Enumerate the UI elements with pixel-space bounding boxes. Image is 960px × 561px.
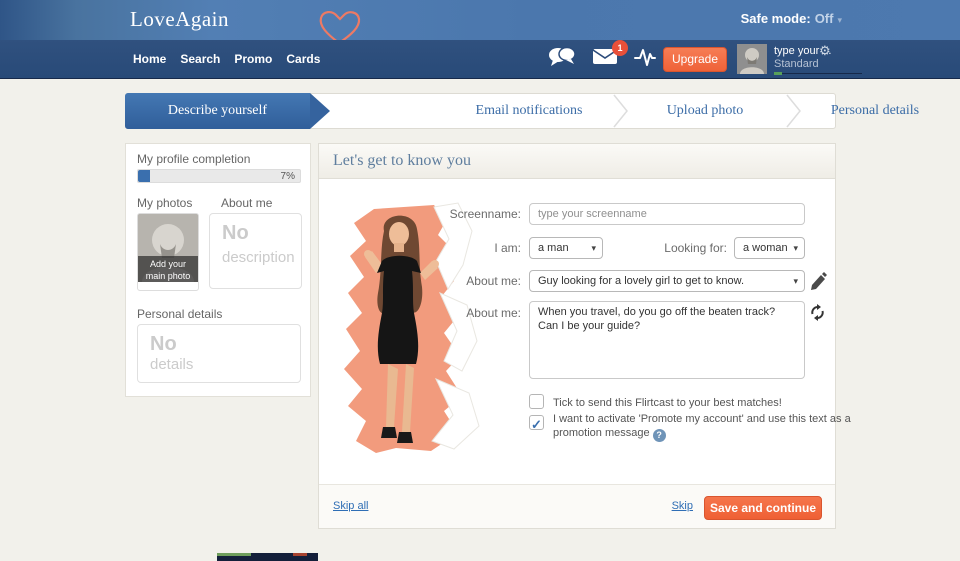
- loveagain-logo[interactable]: LoveAgain: [130, 7, 229, 32]
- mail-badge: 1: [612, 40, 628, 56]
- profile-chip[interactable]: type your ... ⚙ Standard: [737, 44, 862, 76]
- profile-plan-badge: Standard: [774, 58, 819, 70]
- refresh-icon[interactable]: [809, 304, 826, 326]
- profile-completion-bar: 7%: [137, 169, 301, 183]
- nav-item-cards[interactable]: Cards: [286, 52, 320, 66]
- avatar[interactable]: [737, 44, 767, 74]
- add-photo-line1: Add your: [150, 259, 186, 269]
- profile-completion-title: My profile completion: [137, 152, 250, 166]
- nav-item-home[interactable]: Home: [133, 52, 166, 66]
- no-description-word2: description: [222, 249, 301, 266]
- activity-pulse-icon[interactable]: [634, 46, 656, 73]
- save-and-continue-button[interactable]: Save and continue: [704, 496, 822, 520]
- about-me-select-value: Guy looking for a lovely girl to get to …: [538, 275, 744, 287]
- nav-item-promo[interactable]: Promo: [234, 52, 272, 66]
- skip-all-link[interactable]: Skip all: [333, 500, 368, 512]
- iam-select[interactable]: a man ▾: [529, 237, 603, 259]
- about-me-text-label: About me:: [431, 306, 521, 320]
- promote-account-checkbox[interactable]: ✓: [529, 415, 544, 430]
- skip-link[interactable]: Skip: [672, 500, 693, 512]
- iam-select-value: a man: [538, 242, 569, 254]
- about-me-select-label: About me:: [431, 274, 521, 288]
- chevron-down-icon: ▾: [837, 15, 842, 25]
- safe-mode-label: Safe mode:: [741, 11, 811, 26]
- panel-footer: Skip all Skip Save and continue: [319, 484, 835, 528]
- promote-account-checkbox-label: I want to activate 'Promote my account' …: [553, 412, 861, 442]
- profile-progress-fill: [774, 72, 782, 75]
- about-me-title: About me: [221, 196, 272, 210]
- add-main-photo-button[interactable]: Add your main photo: [137, 213, 199, 291]
- main-nav-bar: Home Search Promo Cards 1: [0, 40, 960, 79]
- flirtcast-checkbox[interactable]: [529, 394, 544, 409]
- tab-personal-details[interactable]: Personal details: [788, 94, 960, 128]
- personal-details-title: Personal details: [137, 307, 222, 321]
- help-icon[interactable]: ?: [653, 429, 666, 442]
- nav-item-search[interactable]: Search: [180, 52, 220, 66]
- tab-upload-photo[interactable]: Upload photo: [622, 94, 788, 128]
- wizard-steps: Describe yourself Email notifications Up…: [125, 93, 836, 129]
- gear-icon[interactable]: ⚙: [819, 43, 831, 59]
- screenname-input[interactable]: [529, 203, 805, 225]
- no-details-word1: No: [150, 333, 300, 356]
- cutoff-banner-fragment: [217, 553, 318, 561]
- add-photo-overlay: Add your main photo: [138, 256, 198, 282]
- personal-details-empty-card: No details: [137, 324, 301, 383]
- top-bar: LoveAgain Safe mode: Off▾: [0, 0, 960, 40]
- tab-describe-yourself[interactable]: Describe yourself: [125, 93, 310, 129]
- profile-progress-track: [782, 73, 862, 74]
- looking-for-select[interactable]: a woman ▾: [734, 237, 805, 259]
- safe-mode-toggle[interactable]: Safe mode: Off▾: [741, 11, 842, 26]
- about-me-empty-card: No description: [209, 213, 302, 289]
- add-photo-line2: main photo: [146, 271, 191, 281]
- dropdown-arrow-icon: ▾: [793, 238, 798, 258]
- dropdown-arrow-icon: ▾: [793, 271, 798, 291]
- panel-title: Let's get to know you: [333, 144, 471, 178]
- get-to-know-you-panel: Let's get to know you Screenname: I am:: [318, 143, 836, 529]
- checkmark-icon: ✓: [531, 417, 542, 432]
- safe-mode-value: Off: [815, 11, 834, 26]
- mail-icon[interactable]: 1: [592, 48, 618, 70]
- nav-icon-group: 1: [548, 40, 656, 78]
- upgrade-button[interactable]: Upgrade: [663, 47, 727, 72]
- about-me-select[interactable]: Guy looking for a lovely girl to get to …: [529, 270, 805, 292]
- chat-icon[interactable]: [548, 46, 576, 73]
- loveagain-profile-wizard-page: LoveAgain Safe mode:Off▾ Home Search Pro…: [0, 0, 960, 561]
- nav-menu: Home Search Promo Cards: [133, 40, 320, 78]
- dropdown-arrow-icon: ▾: [591, 238, 596, 258]
- looking-for-label: Looking for:: [639, 241, 727, 255]
- active-tab-arrow: [310, 93, 330, 129]
- tab-email-notifications[interactable]: Email notifications: [436, 94, 622, 128]
- my-photos-title: My photos: [137, 196, 192, 210]
- iam-label: I am:: [431, 241, 521, 255]
- profile-completion-percent: 7%: [281, 171, 295, 182]
- promote-account-label-text: I want to activate 'Promote my account' …: [553, 413, 851, 439]
- edit-pencil-icon[interactable]: [809, 271, 827, 296]
- logo-text: LoveAgain: [130, 7, 229, 31]
- banner-fragment-red: [293, 553, 307, 556]
- profile-completion-fill: [138, 170, 150, 182]
- promo-woman-photo: [336, 201, 481, 456]
- panel-header: Let's get to know you: [319, 144, 835, 179]
- about-me-textarea[interactable]: When you travel, do you go off the beate…: [529, 301, 805, 379]
- profile-summary-sidebar: My profile completion 7% My photos About…: [125, 143, 311, 397]
- no-description-word1: No: [222, 222, 301, 245]
- banner-fragment-green: [217, 553, 251, 556]
- flirtcast-checkbox-label: Tick to send this Flirtcast to your best…: [553, 396, 853, 410]
- looking-for-select-value: a woman: [743, 242, 788, 254]
- no-details-word2: details: [150, 356, 300, 373]
- screenname-label: Screenname:: [431, 207, 521, 221]
